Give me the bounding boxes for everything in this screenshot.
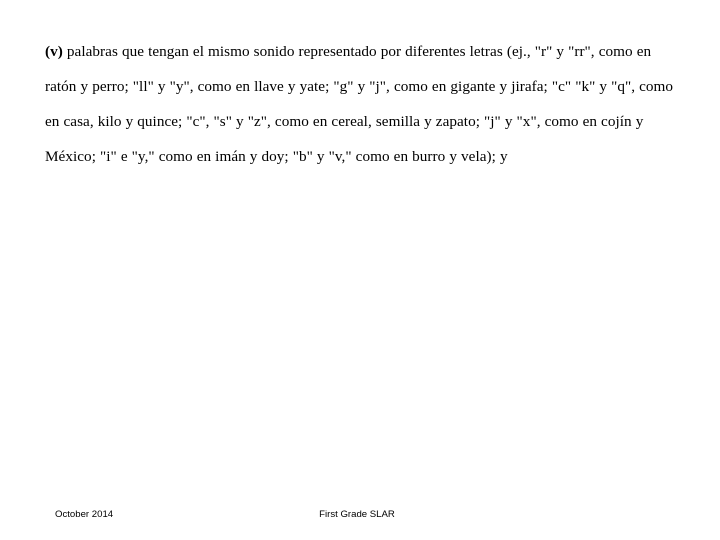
body-paragraph: (v) palabras que tengan el mismo sonido … — [45, 34, 685, 174]
slide-canvas: (v) palabras que tengan el mismo sonido … — [0, 0, 720, 540]
slide-footer: October 2014 First Grade SLAR — [0, 508, 720, 524]
footer-center-label: First Grade SLAR — [319, 509, 395, 520]
list-marker: (v) — [45, 43, 63, 60]
body-paragraph-text: palabras que tengan el mismo sonido repr… — [45, 43, 674, 165]
slide-body-text-block: (v) palabras que tengan el mismo sonido … — [45, 34, 685, 174]
